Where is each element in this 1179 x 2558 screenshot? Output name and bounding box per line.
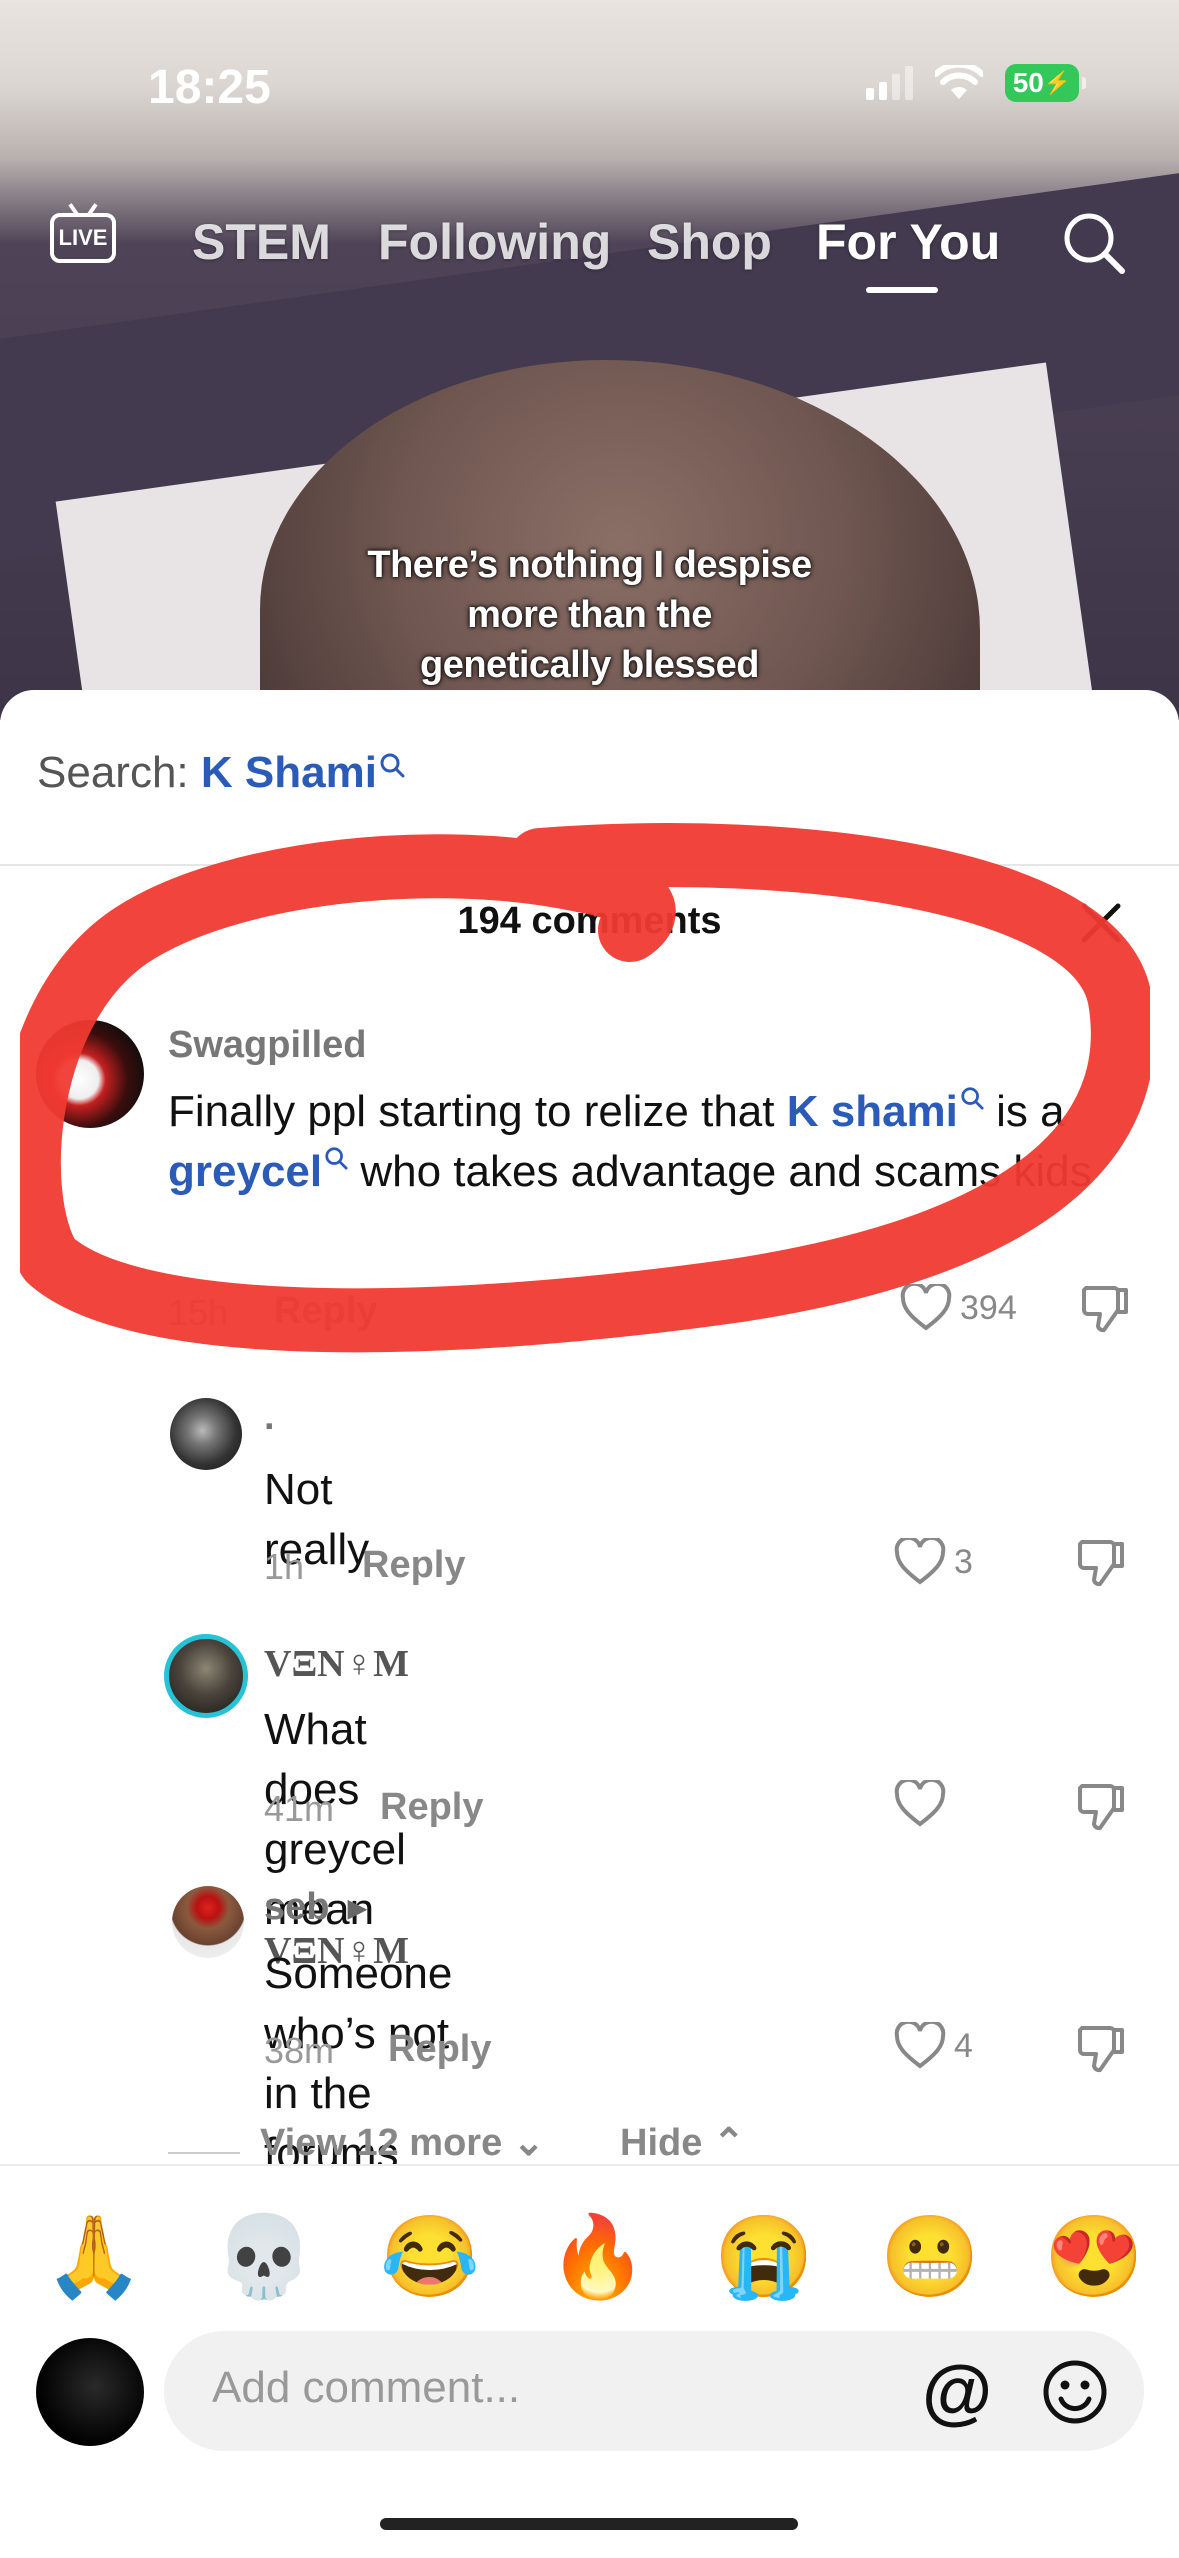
divider — [0, 864, 1179, 866]
emoji-crying[interactable]: 😭 — [714, 2212, 814, 2302]
heart-icon — [894, 2022, 946, 2069]
search-term[interactable]: K Shami — [201, 748, 377, 797]
comment-text: Finally ppl starting to relize that K sh… — [168, 1082, 1158, 1202]
battery-level: 50 — [1012, 67, 1044, 98]
comment-link-k-shami[interactable]: K shami — [787, 1087, 958, 1136]
avatar[interactable] — [172, 1886, 244, 1958]
dislike-icon[interactable] — [1080, 1282, 1130, 1336]
like-count: 3 — [954, 1542, 973, 1581]
emoji-grimace[interactable]: 😬 — [880, 2212, 980, 2302]
caption-line: genetically blessed — [420, 644, 760, 686]
search-suggestion[interactable]: Search: K Shami — [37, 748, 405, 798]
hide-replies[interactable]: Hide ⌃ — [620, 2120, 745, 2165]
comment-input-placeholder: Add comment... — [212, 2363, 521, 2412]
dislike-icon[interactable] — [1076, 2022, 1126, 2076]
comment-time: 41m — [264, 1788, 335, 1829]
emoji-pray[interactable]: 🙏 — [44, 2212, 144, 2302]
close-icon[interactable] — [1076, 898, 1126, 948]
reply-button[interactable]: Reply — [362, 1544, 465, 1587]
comment-username[interactable]: VΞN♀M — [264, 1642, 409, 1686]
avatar[interactable] — [170, 1398, 242, 1470]
caption-line: more than the — [467, 594, 712, 636]
emoji-picker-icon[interactable] — [1042, 2359, 1108, 2425]
dislike-icon[interactable] — [1076, 1780, 1126, 1834]
live-icon[interactable]: LIVE — [50, 213, 116, 263]
tab-for-you[interactable]: For You — [816, 213, 1000, 271]
comment-count: 194 comments — [457, 900, 722, 942]
video-caption: There’s nothing I despise more than the … — [0, 540, 1179, 690]
comment-link-greycel[interactable]: greycel — [168, 1147, 322, 1196]
wifi-icon — [935, 65, 983, 99]
status-icons: 50 ⚡ — [866, 64, 1086, 102]
search-icon[interactable] — [1062, 211, 1126, 275]
top-navigation: LIVE STEM Following Shop For You — [0, 205, 1179, 293]
avatar[interactable] — [164, 1634, 248, 1718]
battery-icon: 50 ⚡ — [1005, 64, 1086, 102]
user-avatar — [36, 2338, 144, 2446]
comment-time: 1h — [264, 1546, 305, 1587]
view-more-label: View 12 more — [260, 2122, 503, 2164]
comment-time: 38m — [264, 2030, 335, 2071]
tab-shop[interactable]: Shop — [647, 213, 772, 271]
avatar[interactable] — [36, 1020, 144, 1128]
comment-username[interactable]: . — [264, 1396, 275, 1439]
status-time: 18:25 — [148, 61, 271, 114]
heart-icon — [900, 1284, 952, 1331]
emoji-heart-eyes[interactable]: 😍 — [1044, 2212, 1144, 2302]
comment-composer: 🙏 💀 😂 🔥 😭 😬 😍 Add comment... @ — [0, 2164, 1179, 2558]
comment-text-part: is a — [983, 1087, 1065, 1136]
comment-text-part: who takes advantage and scams kids — [348, 1147, 1092, 1196]
emoji-skull[interactable]: 💀 — [214, 2212, 314, 2302]
reply-button[interactable]: Reply — [274, 1290, 377, 1333]
comment-text-part: Finally ppl starting to relize that — [168, 1087, 787, 1136]
heart-icon — [894, 1780, 946, 1827]
emoji-laugh[interactable]: 😂 — [380, 2212, 480, 2302]
caption-line: There’s nothing I despise — [367, 544, 812, 586]
heart-icon — [894, 1538, 946, 1585]
emoji-fire[interactable]: 🔥 — [548, 2212, 648, 2302]
like-count: 4 — [954, 2026, 973, 2065]
live-label: LIVE — [58, 225, 108, 250]
home-indicator[interactable] — [380, 2518, 798, 2530]
like-count: 394 — [960, 1288, 1017, 1327]
reply-button[interactable]: Reply — [388, 2028, 491, 2071]
cellular-signal-icon — [866, 66, 913, 100]
search-icon — [325, 1147, 348, 1170]
like-button[interactable]: 3 — [894, 1538, 973, 1586]
comment-username[interactable]: Swagpilled — [168, 1024, 366, 1067]
reply-button[interactable]: Reply — [380, 1786, 483, 1829]
chevron-down-icon: ⌄ — [512, 2122, 545, 2164]
like-button[interactable]: 394 — [900, 1284, 1017, 1332]
search-icon — [961, 1087, 984, 1110]
search-prefix: Search: — [37, 748, 201, 797]
reply-arrow-icon: ▶ — [348, 1895, 367, 1923]
comment-time: 15h — [168, 1292, 229, 1333]
view-more-replies[interactable]: View 12 more ⌄ — [168, 2120, 545, 2165]
like-button[interactable]: 4 — [894, 2022, 973, 2070]
hide-label: Hide — [620, 2122, 703, 2164]
search-icon — [380, 753, 405, 778]
comment-input[interactable]: Add comment... @ — [164, 2331, 1144, 2451]
active-tab-indicator — [866, 287, 938, 293]
mention-icon[interactable]: @ — [922, 2351, 992, 2433]
tab-following[interactable]: Following — [378, 213, 611, 271]
dislike-icon[interactable] — [1076, 1536, 1126, 1590]
comment-username-seb[interactable]: seb — [264, 1886, 329, 1928]
like-button[interactable] — [894, 1780, 954, 1828]
tab-stem[interactable]: STEM — [192, 213, 331, 271]
chevron-up-icon: ⌃ — [712, 2122, 745, 2164]
